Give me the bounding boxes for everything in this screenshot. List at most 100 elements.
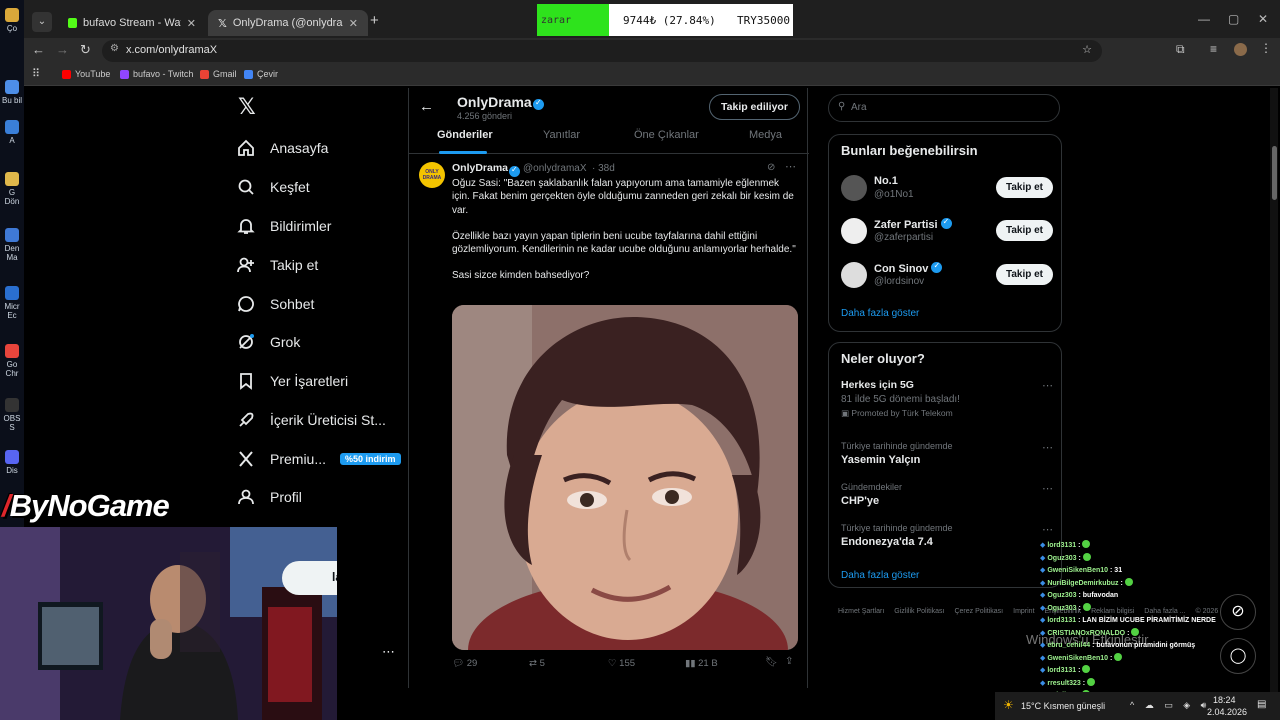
footer-link[interactable]: Imprint bbox=[1013, 608, 1034, 615]
trend-more-icon[interactable]: ⋯ bbox=[1042, 523, 1053, 536]
tab-highlights[interactable]: Öne Çıkanlar bbox=[634, 129, 699, 141]
follow-button[interactable]: Takip et bbox=[995, 264, 1053, 285]
desktop-icon[interactable]: Micr Ec bbox=[2, 286, 22, 320]
desktop-icon[interactable]: Dis bbox=[2, 450, 22, 475]
tweet-time[interactable]: · 38d bbox=[592, 163, 615, 174]
reload-icon[interactable]: ↻ bbox=[80, 42, 91, 58]
trend-more-icon[interactable]: ⋯ bbox=[1042, 482, 1053, 495]
nav-more-icon[interactable]: ⋯ bbox=[382, 644, 395, 660]
nav-item-x-logo[interactable]: Premiu... %50 indirim bbox=[236, 449, 401, 469]
desktop-icon[interactable]: A bbox=[2, 120, 22, 145]
repost-button[interactable]: ⇄ 5 bbox=[529, 658, 545, 669]
follow-suggestion[interactable]: No.1 @o1No1 Takip et bbox=[841, 173, 1053, 207]
avatar[interactable] bbox=[841, 262, 867, 288]
desktop-icon-label: Den Ma bbox=[4, 244, 20, 262]
grok-icon[interactable]: ⊘ bbox=[767, 162, 775, 173]
close-tab-icon[interactable]: ✕ bbox=[187, 17, 196, 30]
x-logo-icon[interactable]: 𝕏 bbox=[238, 94, 256, 120]
share-icon[interactable]: ⇪ bbox=[785, 656, 793, 667]
tab-x[interactable]: 𝕏 OnlyDrama (@onlydramaX) / X ✕ bbox=[208, 10, 368, 36]
nav-item-bookmark[interactable]: Yer İşaretleri bbox=[236, 371, 348, 391]
nav-item-rocket[interactable]: İçerik Üreticisi St... bbox=[236, 410, 386, 430]
follow-suggestion[interactable]: Con Sinov @lordsinov Takip et bbox=[841, 260, 1053, 294]
tweet-photo[interactable] bbox=[452, 305, 798, 650]
nav-item-grok[interactable]: Grok bbox=[236, 332, 300, 352]
nav-item-chat[interactable]: Sohbet bbox=[236, 294, 314, 314]
tab-search-button[interactable]: ⌄ bbox=[32, 12, 52, 32]
post-button[interactable]: la bbox=[282, 561, 337, 595]
bookmark-icon[interactable]: 🔖︎ bbox=[765, 657, 778, 668]
forward-icon[interactable]: → bbox=[56, 42, 69, 57]
trend-item[interactable]: Herkes için 5G 81 ilde 5G dönemi başladı!… bbox=[841, 379, 1053, 419]
close-window-icon[interactable]: ✕ bbox=[1258, 12, 1268, 26]
maximize-icon[interactable]: ▢ bbox=[1228, 12, 1239, 26]
desktop-icon[interactable]: Ço bbox=[2, 8, 22, 33]
bookmark-gmail[interactable]: Gmail bbox=[200, 69, 237, 79]
url-input[interactable]: ⚙ x.com/onlydramaX ☆ bbox=[102, 40, 1102, 62]
search-box[interactable]: ⚲ Ara bbox=[828, 94, 1060, 122]
desktop-icon[interactable]: Go Chr bbox=[2, 344, 22, 378]
profile-avatar-icon[interactable] bbox=[1234, 43, 1247, 56]
trend-item[interactable]: Gündemdekiler CHP'ye ⋯ bbox=[841, 482, 1053, 507]
nav-item-bell[interactable]: Bildirimler bbox=[236, 216, 331, 236]
trend-more-icon[interactable]: ⋯ bbox=[1042, 441, 1053, 454]
follow-button[interactable]: Takip et bbox=[995, 177, 1053, 198]
clock-time[interactable]: 18:24 bbox=[1213, 695, 1236, 705]
tab-posts[interactable]: Gönderiler bbox=[437, 129, 493, 141]
nav-item-follow[interactable]: Takip et bbox=[236, 255, 318, 275]
new-tab-button[interactable]: + bbox=[370, 12, 379, 29]
scrollbar-thumb[interactable] bbox=[1272, 146, 1277, 200]
media-icon[interactable]: ≡ bbox=[1210, 42, 1217, 56]
back-arrow-icon[interactable]: ← bbox=[419, 98, 434, 115]
tweet-avatar[interactable]: ONLY DRAMA bbox=[419, 162, 445, 188]
notification-icon[interactable]: ▤ bbox=[1257, 699, 1266, 710]
tab-replies[interactable]: Yanıtlar bbox=[543, 129, 580, 141]
more-options-icon[interactable]: ⋯ bbox=[785, 160, 796, 173]
tray-icons[interactable]: ^ ☁ ▭ ◈ 🔊︎ bbox=[1130, 700, 1210, 711]
back-icon[interactable]: ← bbox=[32, 42, 45, 57]
follow-button[interactable]: Takip et bbox=[995, 220, 1053, 241]
trend-item[interactable]: Türkiye tarihinde gündemde Endonezya'da 7… bbox=[841, 523, 1053, 548]
reply-button[interactable]: 💬︎ 29 bbox=[452, 658, 477, 669]
desktop-icon[interactable]: OBS S bbox=[2, 398, 22, 432]
tab-kick[interactable]: bufavo Stream - Watch Live on ✕ bbox=[58, 10, 206, 36]
bookmark-star-icon[interactable]: ☆ bbox=[1082, 43, 1092, 56]
minimize-icon[interactable]: — bbox=[1198, 12, 1210, 26]
weather-text[interactable]: 15°C Kısmen güneşli bbox=[1021, 701, 1105, 711]
footer-link[interactable]: Gizlilik Politikası bbox=[894, 608, 944, 615]
tweet-handle[interactable]: @onlydramaX bbox=[523, 163, 587, 174]
bookmark-translate[interactable]: Çevir bbox=[244, 69, 278, 79]
bookmarks-bar: ⠿ YouTube bufavo - Twitch Gmail Çevir bbox=[24, 64, 1280, 86]
tweet-author[interactable]: OnlyDrama bbox=[452, 162, 508, 174]
follow-suggestion[interactable]: Zafer Partisi @zaferpartisi Takip et bbox=[841, 216, 1053, 250]
clock-date[interactable]: 2.04.2026 bbox=[1207, 707, 1247, 717]
trend-more-icon[interactable]: ⋯ bbox=[1042, 379, 1053, 392]
like-button[interactable]: ♡ 155 bbox=[608, 658, 635, 669]
show-more-link[interactable]: Daha fazla göster bbox=[841, 308, 919, 319]
close-tab-icon[interactable]: ✕ bbox=[349, 17, 358, 30]
extensions-icon[interactable]: ⧉ bbox=[1176, 42, 1185, 57]
desktop-icon[interactable]: Den Ma bbox=[2, 228, 22, 262]
trends-show-more-link[interactable]: Daha fazla göster bbox=[841, 570, 919, 581]
desktop-icon[interactable]: Bu bil bbox=[2, 80, 22, 105]
tweet[interactable]: ONLY DRAMA OnlyDrama @onlydramaX · 38d ⊘… bbox=[409, 154, 807, 684]
bookmark-twitch[interactable]: bufavo - Twitch bbox=[120, 69, 193, 79]
desktop-icon[interactable]: G Dön bbox=[2, 172, 22, 206]
nav-item-search[interactable]: Keşfet bbox=[236, 177, 310, 197]
views-button[interactable]: ▮▮ 21 B bbox=[685, 658, 718, 669]
footer-link[interactable]: Hizmet Şartları bbox=[838, 608, 884, 615]
footer-link[interactable]: Çerez Politikası bbox=[954, 608, 1003, 615]
avatar[interactable] bbox=[841, 175, 867, 201]
tab-media[interactable]: Medya bbox=[749, 129, 782, 141]
trend-item[interactable]: Türkiye tarihinde gündemde Yasemin Yalçın… bbox=[841, 441, 1053, 466]
apps-grid-icon[interactable]: ⠿ bbox=[32, 67, 40, 80]
nav-item-profile[interactable]: Profil bbox=[236, 487, 302, 507]
x-favicon-icon: 𝕏 bbox=[218, 17, 227, 30]
bookmark-youtube[interactable]: YouTube bbox=[62, 69, 110, 79]
following-button[interactable]: Takip ediliyor bbox=[709, 94, 800, 120]
avatar[interactable] bbox=[841, 218, 867, 244]
nav-item-home[interactable]: Anasayfa bbox=[236, 138, 328, 158]
menu-icon[interactable]: ⋮ bbox=[1260, 41, 1272, 55]
site-info-icon[interactable]: ⚙ bbox=[110, 43, 119, 54]
chat-emote-icon bbox=[1124, 577, 1133, 586]
